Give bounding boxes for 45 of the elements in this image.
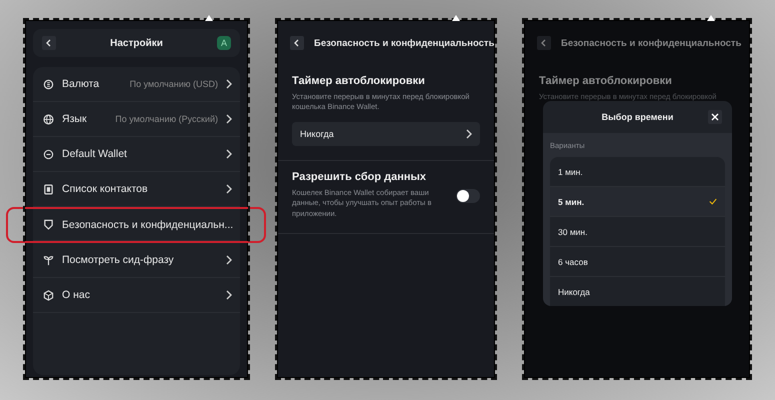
item-value: По умолчанию (Русский) xyxy=(115,114,218,124)
section-title: Таймер автоблокировки xyxy=(292,75,426,87)
settings-item[interactable]: О нас xyxy=(33,278,240,313)
back-icon[interactable] xyxy=(537,36,551,50)
chevron-icon xyxy=(226,149,232,159)
globe-icon xyxy=(43,114,54,124)
back-icon[interactable] xyxy=(42,36,56,50)
chevron-icon xyxy=(466,129,472,140)
toggle-switch[interactable] xyxy=(456,189,480,204)
settings-item[interactable]: Язык По умолчанию (Русский) xyxy=(33,102,240,137)
chevron-icon xyxy=(226,290,232,300)
settings-item[interactable]: Список контактов xyxy=(33,172,240,207)
screen-title: Безопасность и конфиденциальность xyxy=(314,38,494,48)
pointer-icon xyxy=(205,15,213,21)
settings-item[interactable]: Валюта По умолчанию (USD) xyxy=(33,67,240,102)
coin-icon xyxy=(43,78,54,90)
time-option[interactable]: Никогда xyxy=(550,277,725,306)
sprout-icon xyxy=(43,254,54,266)
chevron-icon xyxy=(226,114,232,124)
cube-icon xyxy=(43,290,54,300)
close-icon[interactable] xyxy=(708,110,722,124)
dialog-title: Выбор времени xyxy=(602,112,674,122)
settings-item[interactable]: Безопасность и конфиденциальн... xyxy=(33,209,240,241)
contacts-icon xyxy=(43,184,54,194)
section-title: Таймер автоблокировки xyxy=(539,75,673,87)
time-option[interactable]: 6 часов xyxy=(550,247,725,277)
settings-item[interactable]: Посмотреть сид-фразу xyxy=(33,243,240,278)
minus-icon xyxy=(43,148,54,160)
chevron-icon xyxy=(226,184,232,194)
time-option[interactable]: 30 мин. xyxy=(550,217,725,247)
back-icon[interactable] xyxy=(290,36,304,50)
check-icon xyxy=(709,198,717,205)
chevron-icon xyxy=(226,79,232,89)
screen-title: Настройки xyxy=(110,38,163,48)
pointer-icon xyxy=(707,15,715,21)
shield-icon xyxy=(43,219,54,230)
screen-title: Безопасность и конфиденциальность xyxy=(561,38,742,48)
chevron-icon xyxy=(226,255,232,265)
timer-select[interactable]: Никогда xyxy=(292,122,480,146)
pointer-icon xyxy=(452,15,460,21)
settings-item[interactable]: Default Wallet xyxy=(33,137,240,172)
section-title: Разрешить сбор данных xyxy=(292,171,428,184)
time-option[interactable]: 5 мин. xyxy=(550,187,725,217)
item-value: По умолчанию (USD) xyxy=(130,79,218,89)
avatar[interactable]: A xyxy=(216,36,231,50)
